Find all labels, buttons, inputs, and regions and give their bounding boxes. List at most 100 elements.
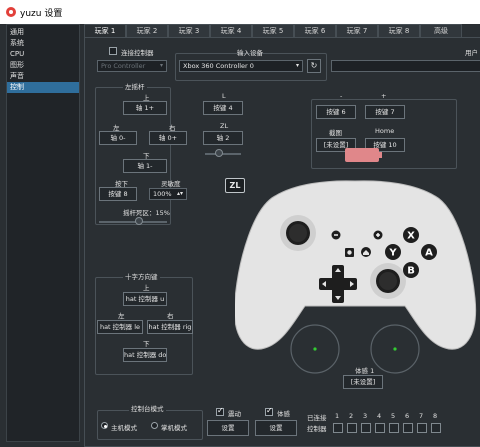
left-stick-up-button[interactable]: 轴 1+ bbox=[123, 101, 167, 115]
connect-controller-checkbox[interactable] bbox=[109, 47, 117, 55]
player-number: 6 bbox=[405, 412, 410, 420]
player-connected-checkbox[interactable] bbox=[333, 423, 343, 433]
controller-type-select[interactable]: Pro Controller ▾ bbox=[97, 60, 167, 72]
deadzone-slider-track[interactable] bbox=[99, 221, 167, 223]
tab-player[interactable]: 玩家 2 bbox=[126, 24, 168, 38]
dpad-down-button[interactable]: hat 控制器 dov bbox=[123, 348, 167, 362]
left-stick-left-button[interactable]: 轴 0- bbox=[99, 131, 137, 145]
dpad-up-label: 上 bbox=[143, 284, 150, 292]
minus-button-binding[interactable]: 按键 6 bbox=[316, 105, 356, 119]
dpad-title: 十字方向键 bbox=[123, 271, 160, 281]
left-stick-preview-dot bbox=[313, 347, 317, 351]
connect-controller-label: 连接控制器 bbox=[121, 49, 154, 57]
refresh-button[interactable]: ↻ bbox=[307, 59, 321, 73]
home-label: Home bbox=[375, 127, 395, 135]
left-stick-press-button[interactable]: 按键 8 bbox=[99, 187, 137, 201]
dpad-right-button[interactable]: hat 控制器 rig bbox=[147, 320, 193, 334]
motion-settings-button[interactable]: 设置 bbox=[255, 420, 297, 436]
player-number: 2 bbox=[349, 412, 354, 420]
vibration-checkbox[interactable] bbox=[216, 406, 224, 416]
battery-tip bbox=[379, 152, 382, 158]
connected-label-line1: 已连接 bbox=[307, 414, 327, 422]
input-device-select[interactable]: Xbox 360 Controller 0 ▾ bbox=[179, 60, 303, 72]
tab-player[interactable]: 玩家 6 bbox=[294, 24, 336, 38]
vibration-label: 震动 bbox=[228, 410, 241, 418]
plus-label: + bbox=[381, 92, 387, 100]
window-title: yuzu 设置 bbox=[20, 8, 63, 19]
left-stick-right-button[interactable]: 轴 0+ bbox=[149, 131, 187, 145]
dpad-left-label: 左 bbox=[118, 312, 125, 320]
tab-player[interactable]: 玩家 3 bbox=[168, 24, 210, 38]
tab-player[interactable]: 玩家 5 bbox=[252, 24, 294, 38]
main-area: 玩家 1 玩家 2 玩家 3 玩家 4 玩家 5 玩家 6 玩家 7 玩家 8 高级 连接控制器… bbox=[84, 24, 480, 447]
player-tabs: 玩家 1 玩家 2 玩家 3 玩家 4 玩家 5 玩家 6 玩家 7 玩家 8 高级 bbox=[84, 24, 462, 38]
l-button-binding[interactable]: 按键 4 bbox=[203, 101, 243, 115]
chevron-down-icon: ▾ bbox=[295, 62, 299, 69]
player-number: 3 bbox=[363, 412, 368, 420]
left-stick-sensitivity-spinbox[interactable]: 100% ▴▾ bbox=[149, 188, 187, 200]
left-stick-sensitivity-label: 灵敏度 bbox=[161, 180, 181, 188]
pro-controller-illustration: X Y A B bbox=[235, 148, 477, 374]
tab-player[interactable]: 高级 bbox=[420, 24, 462, 38]
tab-player[interactable]: 玩家 1 bbox=[84, 24, 126, 38]
chevron-down-icon: ▾ bbox=[159, 62, 163, 69]
player-connected-checkbox[interactable] bbox=[347, 423, 357, 433]
tab-player[interactable]: 玩家 4 bbox=[210, 24, 252, 38]
left-stick-title: 左摇杆 bbox=[123, 81, 147, 91]
controller-type-value: Pro Controller bbox=[101, 62, 146, 70]
battery-indicator-icon bbox=[345, 148, 379, 162]
sidebar-item[interactable]: 通用 bbox=[7, 27, 79, 38]
y-button-label: Y bbox=[388, 248, 397, 259]
motion1-button-binding[interactable]: [未设置] bbox=[343, 375, 383, 389]
tab-player[interactable]: 玩家 8 bbox=[378, 24, 420, 38]
handheld-mode-radio[interactable] bbox=[151, 422, 158, 429]
motion-settings-label: 体感 bbox=[277, 410, 290, 418]
left-stick-down-button[interactable]: 轴 1- bbox=[123, 159, 167, 173]
player-connected-checkbox[interactable] bbox=[361, 423, 371, 433]
motion1-label: 体感 1 bbox=[355, 367, 375, 375]
input-device-label: 输入设备 bbox=[237, 49, 263, 57]
dpad-right-label: 右 bbox=[167, 312, 174, 320]
zl-label: ZL bbox=[220, 122, 229, 130]
host-mode-label: 主机模式 bbox=[111, 424, 137, 432]
host-mode-radio[interactable] bbox=[101, 422, 108, 429]
player-number: 1 bbox=[335, 412, 340, 420]
sensitivity-value: 100% bbox=[153, 190, 172, 198]
l-label: L bbox=[222, 92, 226, 100]
user-profile-label: 用户 bbox=[465, 49, 478, 57]
player-number: 7 bbox=[419, 412, 424, 420]
player-connected-checkbox[interactable] bbox=[375, 423, 385, 433]
capture-label: 截图 bbox=[329, 129, 342, 137]
console-mode-title: 控制台模式 bbox=[129, 403, 166, 413]
sidebar-item[interactable]: 图形 bbox=[7, 60, 79, 71]
player-connected-checkbox[interactable] bbox=[403, 423, 413, 433]
spin-arrows-icon: ▴▾ bbox=[176, 190, 183, 197]
dpad-left-button[interactable]: hat 控制器 le bbox=[97, 320, 143, 334]
user-profile-select[interactable] bbox=[331, 60, 480, 72]
vibration-settings-button[interactable]: 设置 bbox=[207, 420, 249, 436]
left-stick-deadzone-label: 摇杆死区：15% bbox=[123, 209, 170, 217]
player-number: 5 bbox=[391, 412, 396, 420]
plus-button-binding[interactable]: 按键 7 bbox=[365, 105, 405, 119]
minus-label: - bbox=[340, 92, 343, 100]
sidebar-item[interactable]: CPU bbox=[7, 49, 79, 60]
player-connected-checkbox[interactable] bbox=[431, 423, 441, 433]
zl-threshold-slider-handle[interactable] bbox=[215, 149, 223, 157]
tab-player[interactable]: 玩家 7 bbox=[336, 24, 378, 38]
sidebar-item[interactable]: 控制 bbox=[7, 82, 79, 93]
player-number: 4 bbox=[377, 412, 382, 420]
x-button-label: X bbox=[407, 231, 415, 242]
player-connected-checkbox[interactable] bbox=[417, 423, 427, 433]
motion-checkbox[interactable] bbox=[265, 406, 273, 416]
player-panel: 连接控制器 Pro Controller ▾ 输入设备 Xbox 360 Cont… bbox=[84, 37, 480, 447]
sidebar-item[interactable]: 系统 bbox=[7, 38, 79, 49]
sidebar-item[interactable]: 声音 bbox=[7, 71, 79, 82]
title-bar: yuzu 设置 bbox=[0, 0, 480, 24]
dpad-up-button[interactable]: hat 控制器 u bbox=[123, 292, 167, 306]
player-connected-checkbox[interactable] bbox=[389, 423, 399, 433]
settings-sidebar: 通用 系统 CPU 图形 声音 控制 bbox=[6, 24, 80, 442]
zl-button-binding[interactable]: 轴 2 bbox=[203, 131, 243, 145]
connected-label-line2: 控制器 bbox=[307, 425, 327, 433]
dpad-down-label: 下 bbox=[143, 340, 150, 348]
input-device-value: Xbox 360 Controller 0 bbox=[183, 62, 254, 70]
